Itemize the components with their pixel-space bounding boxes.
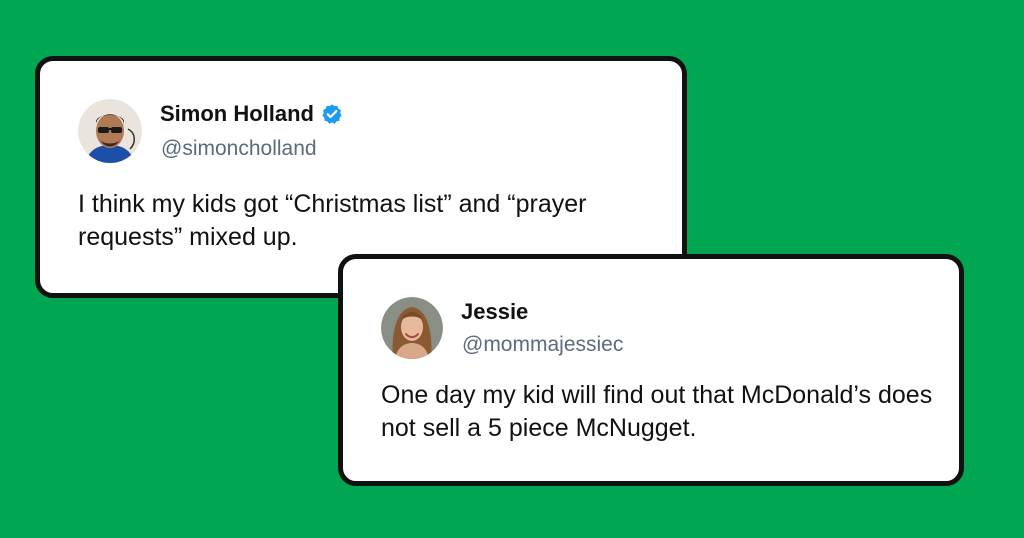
verified-badge-icon	[322, 104, 342, 124]
user-handle[interactable]: @mommajessiec	[462, 333, 623, 357]
avatar[interactable]	[78, 99, 142, 163]
avatar-image	[78, 99, 142, 163]
display-name[interactable]: Jessie	[461, 299, 528, 325]
avatar-image	[381, 297, 443, 359]
avatar[interactable]	[381, 297, 443, 359]
tweet-text: I think my kids got “Christmas list” and…	[78, 190, 587, 251]
tweet-text: One day my kid will find out that McDona…	[381, 381, 933, 442]
display-name[interactable]: Simon Holland	[160, 101, 343, 127]
user-handle[interactable]: @simoncholland	[161, 137, 317, 161]
tweet-card-jessie: Jessie @mommajessiec One day my kid will…	[338, 254, 964, 486]
